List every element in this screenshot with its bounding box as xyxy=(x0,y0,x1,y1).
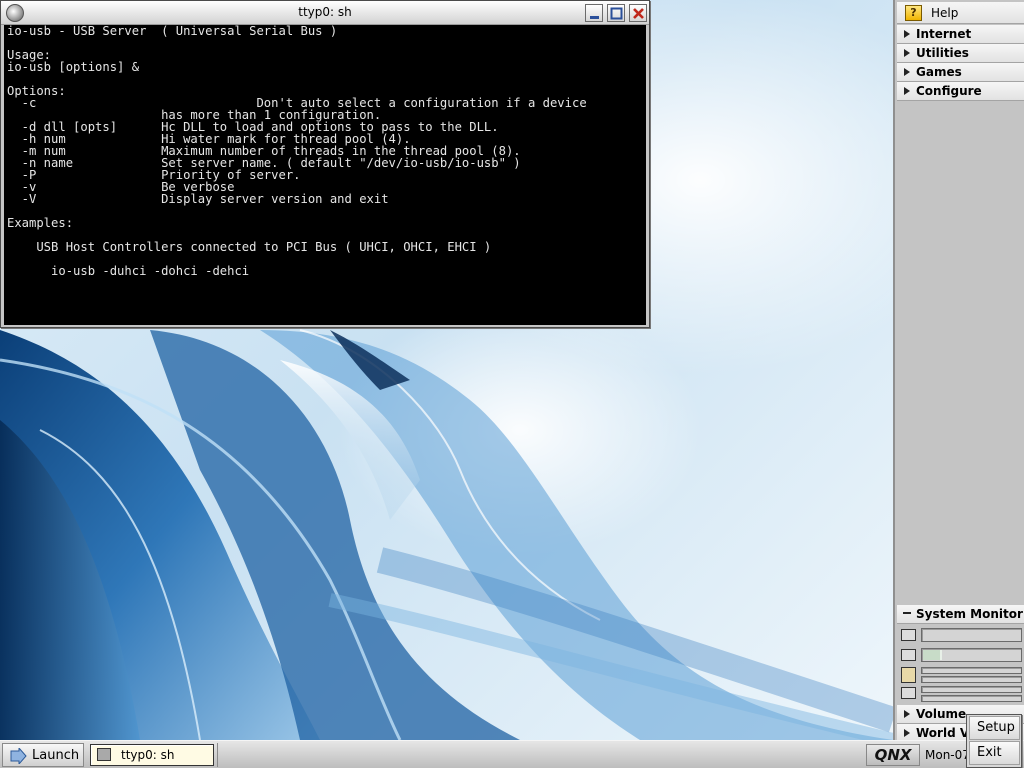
expand-arrow-icon xyxy=(904,87,910,95)
help-icon: ? xyxy=(905,5,922,21)
terminal-line: Examples: xyxy=(7,216,74,230)
shelf-volume-label: Volume xyxy=(916,707,967,721)
window-titlebar[interactable]: ttyp0: sh xyxy=(1,1,649,25)
shelf-utilities[interactable]: Utilities xyxy=(897,44,1024,63)
setup-exit-menu: Setup Exit xyxy=(966,714,1022,768)
close-button[interactable] xyxy=(629,4,647,22)
shelf-internet[interactable]: Internet xyxy=(897,25,1024,44)
expand-arrow-icon xyxy=(904,68,910,76)
terminal-icon xyxy=(97,748,111,761)
shelf-internet-label: Internet xyxy=(916,27,972,41)
shelf-games-label: Games xyxy=(916,65,962,79)
setup-button[interactable]: Setup xyxy=(969,716,1020,740)
cpu-meter xyxy=(921,628,1022,642)
maximize-button[interactable] xyxy=(607,4,625,22)
disk-icon xyxy=(901,667,916,683)
memory-meter xyxy=(921,648,1022,662)
collapse-arrow-icon xyxy=(903,612,911,614)
terminal-line: io-usb -duhci -dohci -dehci xyxy=(7,264,250,278)
terminal-line: io-usb [options] & xyxy=(7,60,140,74)
terminal-output: io-usb - USB Server ( Universal Serial B… xyxy=(7,25,587,325)
shelf-system-monitor-label: System Monitor xyxy=(916,607,1023,621)
terminal-screen[interactable]: io-usb - USB Server ( Universal Serial B… xyxy=(4,25,646,325)
network-icon xyxy=(901,687,916,699)
window-title: ttyp0: sh xyxy=(298,5,352,19)
shelf-configure[interactable]: Configure xyxy=(897,82,1024,101)
taskbar-divider xyxy=(217,743,218,767)
terminal-line: -V Display server version and exit xyxy=(7,192,389,206)
network-meter-out xyxy=(921,695,1022,702)
shelf-help[interactable]: ? Help xyxy=(897,2,1024,24)
launch-arrow-icon xyxy=(10,748,27,764)
terminal-prompt-text: # io-usb -d u xyxy=(7,324,102,326)
shelf-world-view-label: World Vi xyxy=(916,726,974,740)
taskbar-item-label: ttyp0: sh xyxy=(121,748,175,762)
shelf-utilities-label: Utilities xyxy=(916,46,969,60)
terminal-line: io-usb - USB Server ( Universal Serial B… xyxy=(7,25,338,38)
minimize-button[interactable] xyxy=(585,4,603,22)
minimize-icon xyxy=(590,16,599,19)
expand-arrow-icon xyxy=(904,49,910,57)
launch-button[interactable]: Launch xyxy=(2,743,84,767)
terminal-line: USB Host Controllers connected to PCI Bu… xyxy=(7,240,492,254)
terminal-window[interactable]: ttyp0: sh io-usb - USB Server ( Universa… xyxy=(0,0,650,328)
taskbar-item-terminal[interactable]: ttyp0: sh xyxy=(90,744,214,766)
memory-meter-fill xyxy=(923,650,943,660)
disk-meter-read xyxy=(921,667,1022,674)
shelf-system-monitor[interactable]: System Monitor xyxy=(897,605,1024,624)
expand-arrow-icon xyxy=(904,710,910,718)
maximize-icon xyxy=(610,7,623,20)
expand-arrow-icon xyxy=(904,30,910,38)
taskbar: Launch ttyp0: sh QNX Mon-07 xyxy=(0,740,1024,768)
clock[interactable]: Mon-07 xyxy=(925,748,970,762)
exit-button[interactable]: Exit xyxy=(969,741,1020,765)
close-icon xyxy=(633,8,644,19)
qnx-logo: QNX xyxy=(866,744,920,766)
launch-label: Launch xyxy=(32,748,80,763)
expand-arrow-icon xyxy=(904,729,910,737)
shelf-help-label: Help xyxy=(931,6,959,20)
disk-meter-write xyxy=(921,676,1022,683)
cpu-icon xyxy=(901,629,916,641)
shelf: ? Help Internet Utilities Games Configur… xyxy=(893,0,1024,743)
memory-icon xyxy=(901,649,916,661)
shelf-games[interactable]: Games xyxy=(897,63,1024,82)
network-meter-in xyxy=(921,686,1022,693)
shelf-configure-label: Configure xyxy=(916,84,982,98)
